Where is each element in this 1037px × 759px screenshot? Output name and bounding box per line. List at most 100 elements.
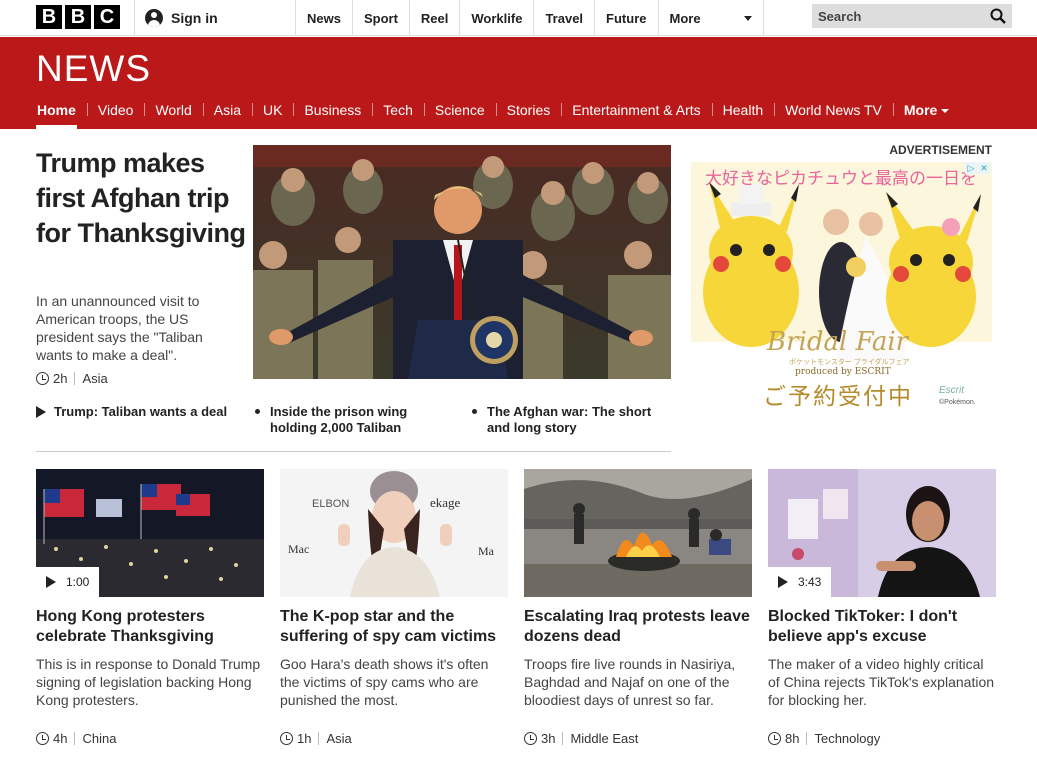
backdrop-text: Ma xyxy=(478,544,495,558)
related-link[interactable]: Trump: Taliban wants a deal xyxy=(36,404,241,420)
ad-subtitle: ポケットモンスター ブライダルフェア xyxy=(789,359,910,366)
play-icon xyxy=(46,576,56,588)
lead-meta: 2h Asia xyxy=(36,371,108,386)
story-section-link[interactable]: Middle East xyxy=(570,731,638,746)
story-thumbnail[interactable]: 1:00 xyxy=(36,469,264,597)
clock-icon xyxy=(36,732,49,745)
adchoices-icon[interactable]: ▷ xyxy=(965,162,977,174)
global-nav-reel[interactable]: Reel xyxy=(408,0,459,36)
story-meta: 3h Middle East xyxy=(524,731,752,746)
story-meta: 8h Technology xyxy=(768,731,996,746)
story-meta: 4h China xyxy=(36,731,264,746)
global-nav-worklife[interactable]: Worklife xyxy=(459,0,533,36)
story-time: 1h xyxy=(297,731,312,746)
video-duration: 3:43 xyxy=(798,575,822,589)
clock-icon xyxy=(280,732,293,745)
bbc-logo-letter: C xyxy=(94,5,120,29)
story-summary: Troops fire live rounds in Nasiriya, Bag… xyxy=(524,656,736,708)
story-card[interactable]: 3:43 Blocked TikToker: I don't believe a… xyxy=(768,469,996,746)
story-section-link[interactable]: China xyxy=(82,731,116,746)
story-thumbnail[interactable]: 3:43 xyxy=(768,469,996,597)
global-nav-future[interactable]: Future xyxy=(594,0,657,36)
story-time: 8h xyxy=(785,731,800,746)
meta-divider xyxy=(74,372,76,385)
news-nav-uk[interactable]: UK xyxy=(252,99,293,129)
backdrop-text: ELBON xyxy=(312,498,349,510)
bullet-icon xyxy=(255,409,260,414)
global-nav-travel[interactable]: Travel xyxy=(533,0,594,36)
iraq-protest-photo xyxy=(524,469,752,597)
play-icon xyxy=(778,576,788,588)
sign-in-link[interactable]: Sign in xyxy=(134,0,294,36)
ad-title: Bridal Fair xyxy=(767,327,909,357)
story-headline[interactable]: Hong Kong protesters celebrate Thanksgiv… xyxy=(36,607,264,647)
advertisement-banner[interactable]: 大好きなピカチュウと最高の一日を ▷ ✕ Bridal Fair ポケットモンス… xyxy=(691,162,992,410)
video-duration: 1:00 xyxy=(66,575,90,589)
close-icon[interactable]: ✕ xyxy=(978,162,990,174)
backdrop-text: Mac xyxy=(288,542,309,556)
ad-brand: Escrit xyxy=(939,385,964,396)
news-nav-asia[interactable]: Asia xyxy=(202,99,252,129)
story-summary: The maker of a video highly critical of … xyxy=(768,656,995,708)
lead-headline[interactable]: Trump makes first Afghan trip for Thanks… xyxy=(36,146,246,251)
news-nav-entertainment-arts[interactable]: Entertainment & Arts xyxy=(561,99,711,129)
search-icon[interactable] xyxy=(990,8,1006,24)
lead-summary: In an unannounced visit to American troo… xyxy=(36,293,203,363)
related-link-text: The Afghan war: The short and long story xyxy=(487,404,652,435)
lead-section-link[interactable]: Asia xyxy=(82,371,107,386)
news-banner: NEWS Home Video World Asia UK Business T… xyxy=(0,37,1037,129)
news-nav-science[interactable]: Science xyxy=(423,99,496,129)
news-nav-health[interactable]: Health xyxy=(711,99,774,129)
news-nav: Home Video World Asia UK Business Tech S… xyxy=(26,99,960,129)
user-icon xyxy=(145,9,163,27)
ad-producer: produced by ESCRIT xyxy=(795,367,891,377)
news-nav-home[interactable]: Home xyxy=(26,99,87,129)
meta-divider xyxy=(318,732,320,745)
story-section-link[interactable]: Technology xyxy=(814,731,880,746)
story-section-link[interactable]: Asia xyxy=(326,731,351,746)
bbc-logo[interactable]: B B C xyxy=(36,5,120,29)
news-logo[interactable]: NEWS xyxy=(36,48,151,90)
story-summary: This is in response to Donald Trump sign… xyxy=(36,656,261,708)
lead-image[interactable] xyxy=(253,145,671,379)
global-nav-sport[interactable]: Sport xyxy=(351,0,409,36)
search-input[interactable] xyxy=(818,8,968,24)
related-link-text: Inside the prison wing holding 2,000 Tal… xyxy=(270,404,408,435)
news-nav-business[interactable]: Business xyxy=(293,99,372,129)
clock-icon xyxy=(524,732,537,745)
chevron-down-icon xyxy=(941,109,950,114)
divider xyxy=(36,451,671,452)
global-nav-more[interactable]: More xyxy=(657,0,764,36)
story-time: 3h xyxy=(541,731,556,746)
related-link[interactable]: Inside the prison wing holding 2,000 Tal… xyxy=(253,404,453,436)
news-nav-stories[interactable]: Stories xyxy=(495,99,562,129)
bbc-logo-letter: B xyxy=(65,5,91,29)
story-thumbnail[interactable] xyxy=(524,469,752,597)
story-card[interactable]: ELBON ekage Mac Ma The K-pop star and th… xyxy=(280,469,508,746)
news-nav-world[interactable]: World xyxy=(144,99,202,129)
related-link-text: Trump: Taliban wants a deal xyxy=(54,404,228,419)
news-nav-world-news-tv[interactable]: World News TV xyxy=(774,99,893,129)
bbc-global-header: B B C Sign in News Sport Reel Worklife T… xyxy=(0,0,1037,36)
news-nav-tech[interactable]: Tech xyxy=(372,99,424,129)
lead-time: 2h xyxy=(53,371,68,386)
backdrop-text: ekage xyxy=(430,495,461,510)
story-headline[interactable]: Blocked TikToker: I don't believe app's … xyxy=(768,607,996,647)
global-nav-news[interactable]: News xyxy=(295,0,352,36)
story-card[interactable]: Escalating Iraq protests leave dozens de… xyxy=(524,469,752,746)
video-duration-badge: 3:43 xyxy=(768,567,832,597)
news-nav-video[interactable]: Video xyxy=(86,99,145,129)
story-thumbnail[interactable]: ELBON ekage Mac Ma xyxy=(280,469,508,597)
story-headline[interactable]: The K-pop star and the suffering of spy … xyxy=(280,607,508,647)
global-nav: News Sport Reel Worklife Travel Future M… xyxy=(295,0,764,36)
ad-choices[interactable]: ▷ ✕ xyxy=(965,162,990,174)
bbc-logo-letter: B xyxy=(36,5,62,29)
news-nav-more[interactable]: More xyxy=(892,99,960,129)
story-card[interactable]: 1:00 Hong Kong protesters celebrate Than… xyxy=(36,469,264,746)
story-headline[interactable]: Escalating Iraq protests leave dozens de… xyxy=(524,607,752,647)
ad-headline: 大好きなピカチュウと最高の一日を xyxy=(705,169,977,189)
related-link[interactable]: The Afghan war: The short and long story xyxy=(470,404,670,436)
bullet-icon xyxy=(472,409,477,414)
clock-icon xyxy=(36,372,49,385)
ad-call-to-action: ご予約受付中 xyxy=(763,384,913,410)
